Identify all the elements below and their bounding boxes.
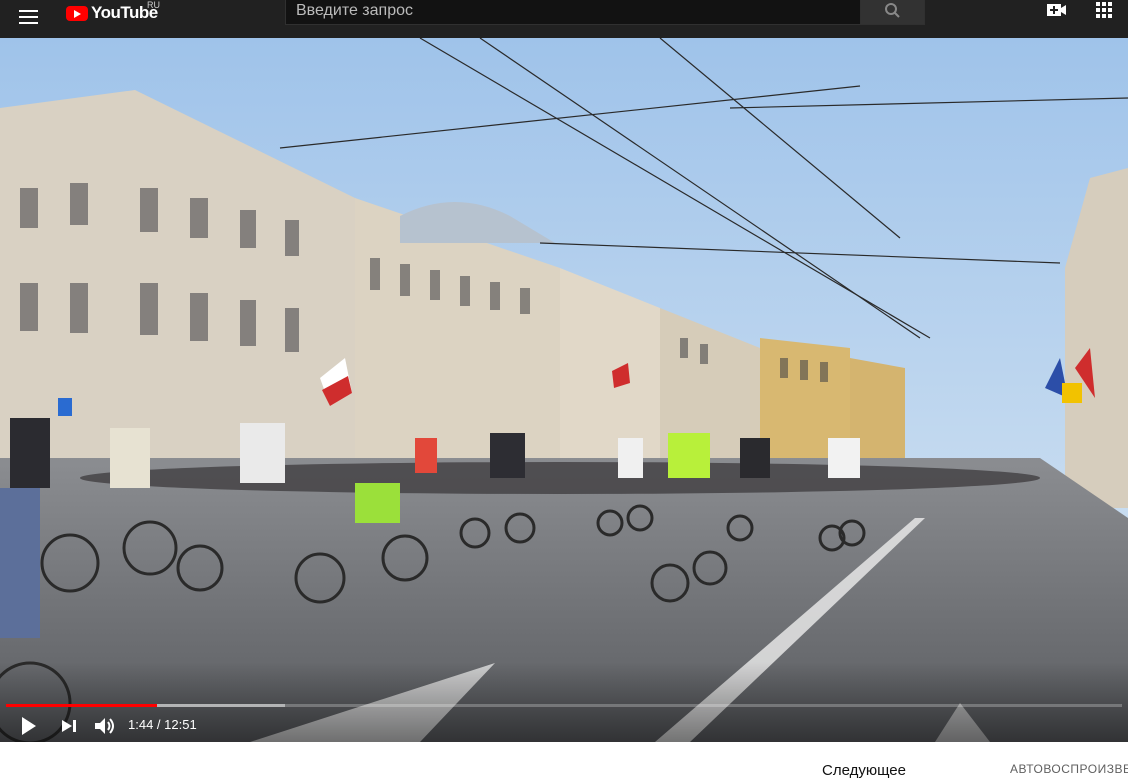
progress-played bbox=[6, 704, 157, 707]
search-icon bbox=[885, 3, 900, 18]
volume-button[interactable] bbox=[92, 714, 118, 742]
search-input[interactable] bbox=[286, 0, 860, 24]
next-icon bbox=[62, 720, 76, 732]
create-video-button[interactable] bbox=[1045, 0, 1069, 24]
video-player[interactable]: 1:44 / 12:51 bbox=[0, 38, 1128, 742]
below-player-area: Следующее АВТОВОСПРОИЗВЕ bbox=[0, 742, 1128, 779]
region-label: RU bbox=[147, 0, 160, 10]
current-time: 1:44 bbox=[128, 717, 154, 732]
menu-button[interactable] bbox=[19, 10, 39, 28]
time-display: 1:44 / 12:51 bbox=[128, 717, 197, 732]
up-next-label: Следующее bbox=[822, 762, 906, 779]
apps-button[interactable] bbox=[1094, 0, 1118, 24]
play-icon bbox=[22, 717, 36, 735]
youtube-logo[interactable]: YouTube bbox=[66, 3, 158, 23]
progress-bar[interactable] bbox=[6, 704, 1122, 707]
masthead: YouTube RU bbox=[0, 0, 1128, 38]
volume-icon bbox=[95, 718, 114, 734]
apps-grid-icon bbox=[1096, 2, 1112, 18]
next-button[interactable] bbox=[58, 714, 80, 742]
search-box bbox=[285, 0, 861, 25]
youtube-play-logo-icon bbox=[66, 5, 88, 21]
create-video-icon bbox=[1047, 4, 1066, 16]
time-separator: / bbox=[153, 717, 165, 732]
autoplay-label[interactable]: АВТОВОСПРОИЗВЕ bbox=[1010, 762, 1128, 776]
play-button[interactable] bbox=[18, 714, 40, 742]
search-button[interactable] bbox=[860, 0, 925, 25]
video-frame-street-cycling bbox=[0, 38, 1128, 742]
duration: 12:51 bbox=[164, 717, 197, 732]
